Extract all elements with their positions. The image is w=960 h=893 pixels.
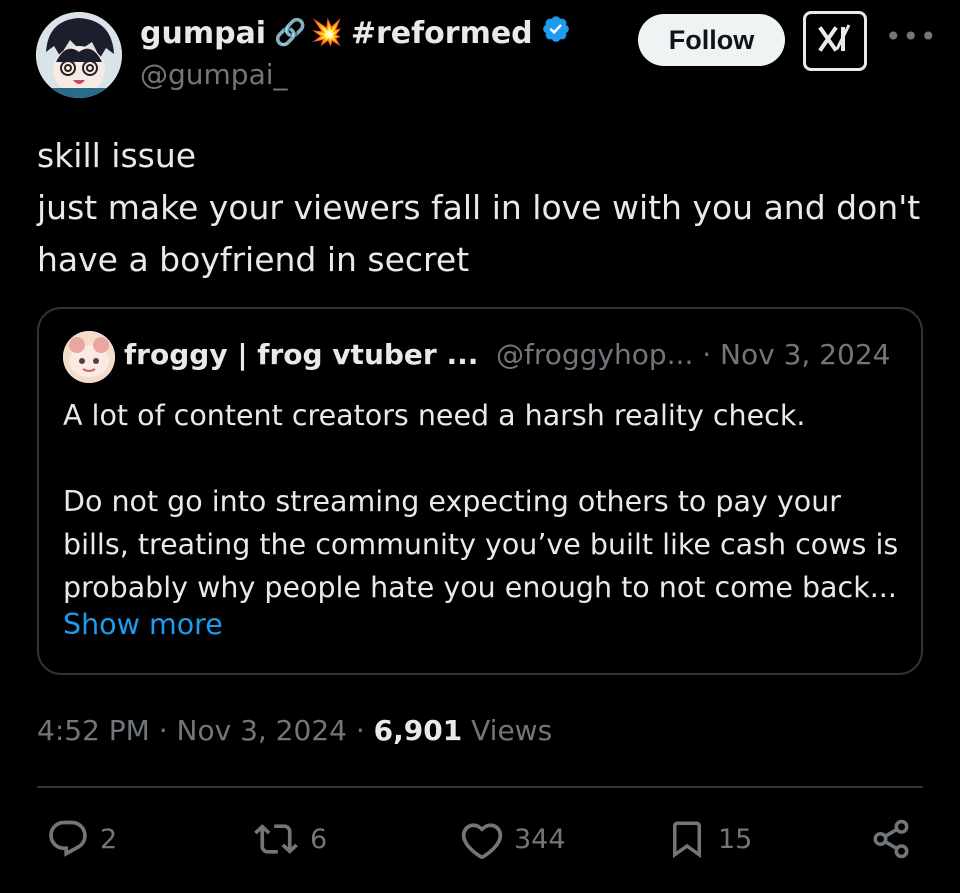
tweet-meta: 4:52 PM · Nov 3, 2024 · 6,901 Views bbox=[37, 714, 552, 747]
repost-button[interactable]: 6 bbox=[252, 812, 327, 866]
quote-author-avatar[interactable] bbox=[63, 331, 115, 383]
grok-button[interactable] bbox=[803, 11, 867, 71]
like-button[interactable]: 344 bbox=[460, 812, 566, 866]
quote-author-name[interactable]: froggy | frog vtuber ... bbox=[124, 338, 478, 371]
verified-badge-icon bbox=[541, 14, 571, 52]
author-avatar[interactable] bbox=[36, 12, 122, 98]
like-icon bbox=[460, 817, 504, 861]
tweet-timestamp[interactable]: 4:52 PM · Nov 3, 2024 · bbox=[37, 714, 374, 747]
repost-count: 6 bbox=[310, 823, 328, 855]
bookmark-count: 15 bbox=[718, 823, 753, 855]
share-button[interactable] bbox=[870, 812, 912, 866]
more-icon[interactable]: ••• bbox=[885, 20, 938, 53]
quote-meta: @froggyhop... · Nov 3, 2024 bbox=[496, 338, 891, 371]
quote-text: A lot of content creators need a harsh r… bbox=[63, 399, 899, 604]
link-icon: 🔗 bbox=[274, 18, 307, 48]
reply-icon bbox=[46, 817, 90, 861]
explosion-icon: 💥 bbox=[310, 18, 343, 48]
bookmark-button[interactable]: 15 bbox=[666, 812, 752, 866]
divider bbox=[37, 786, 923, 788]
tweet-text: skill issue just make your viewers fall … bbox=[37, 136, 921, 279]
like-count: 344 bbox=[514, 823, 566, 855]
show-more-link[interactable]: Show more bbox=[63, 608, 223, 641]
share-icon bbox=[870, 818, 912, 860]
repost-icon bbox=[252, 817, 300, 861]
grok-icon bbox=[815, 19, 855, 63]
follow-button[interactable]: Follow bbox=[638, 14, 785, 66]
reply-count: 2 bbox=[100, 823, 118, 855]
views-label: Views bbox=[462, 714, 553, 747]
author-display-name[interactable]: gumpai 🔗 💥 #reformed bbox=[140, 14, 571, 52]
author-handle[interactable]: @gumpai_ bbox=[140, 58, 288, 91]
display-name-text: gumpai bbox=[140, 15, 267, 51]
views-count: 6,901 bbox=[373, 714, 463, 747]
name-tag: #reformed bbox=[350, 15, 533, 51]
reply-button[interactable]: 2 bbox=[46, 812, 117, 866]
bookmark-icon bbox=[666, 816, 708, 862]
